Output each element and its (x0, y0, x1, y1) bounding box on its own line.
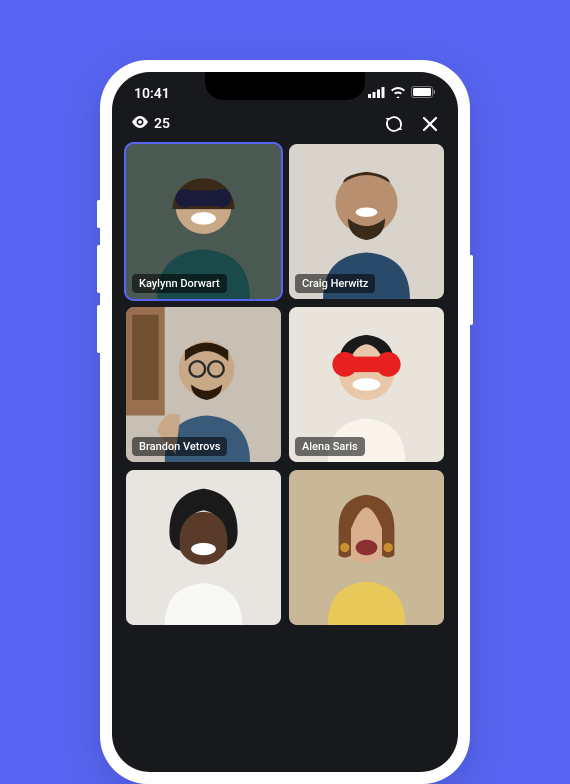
wifi-icon (390, 86, 406, 102)
phone-notch (205, 72, 365, 100)
video-grid: Kaylynn Dorwart Craig Herwitz Brandon Ve… (112, 144, 458, 625)
video-tile[interactable]: Kaylynn Dorwart (126, 144, 281, 299)
video-tile[interactable]: Brandon Vetrovs (126, 307, 281, 462)
phone-screen: 10:41 25 (112, 72, 458, 772)
battery-icon (411, 86, 436, 102)
video-tile[interactable] (126, 470, 281, 625)
participant-video (289, 470, 444, 625)
video-tile[interactable]: Alena Saris (289, 307, 444, 462)
status-time: 10:41 (134, 86, 170, 102)
eye-icon (132, 116, 148, 132)
app-header: 25 (112, 108, 458, 144)
participant-video (126, 470, 281, 625)
video-tile[interactable] (289, 470, 444, 625)
header-actions (384, 116, 438, 132)
participant-name-label: Alena Saris (295, 437, 365, 456)
phone-frame: 10:41 25 (100, 60, 470, 784)
participant-name-label: Brandon Vetrovs (132, 437, 227, 456)
side-button (97, 305, 101, 353)
side-button (97, 245, 101, 293)
side-button (469, 255, 473, 325)
status-indicators (368, 86, 436, 102)
signal-icon (368, 86, 385, 102)
side-button (97, 200, 101, 228)
viewer-count: 25 (132, 116, 170, 132)
participant-name-label: Craig Herwitz (295, 274, 375, 293)
flip-camera-button[interactable] (384, 116, 404, 132)
close-button[interactable] (422, 116, 438, 132)
viewer-count-value: 25 (154, 116, 170, 132)
video-tile[interactable]: Craig Herwitz (289, 144, 444, 299)
participant-name-label: Kaylynn Dorwart (132, 274, 227, 293)
